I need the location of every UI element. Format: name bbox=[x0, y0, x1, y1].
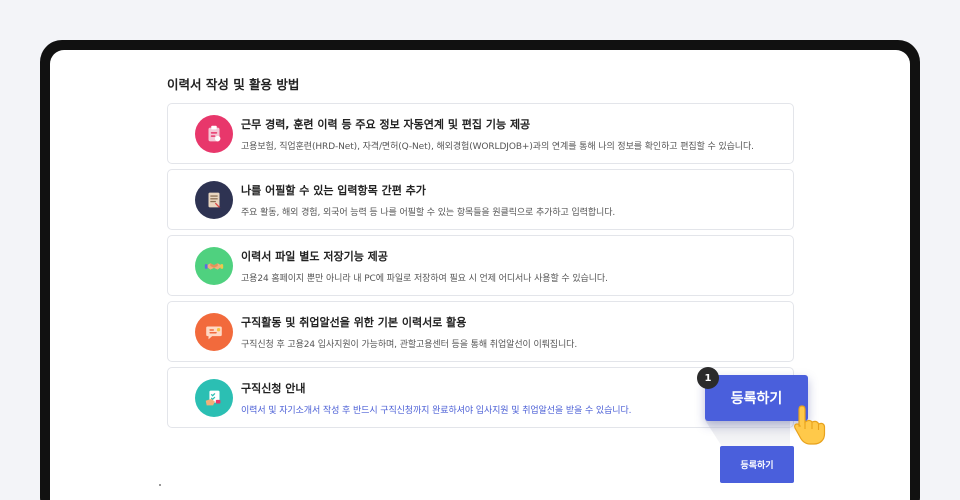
card-title: 이력서 파일 별도 저장기능 제공 bbox=[241, 250, 388, 263]
scroll-icon bbox=[195, 181, 233, 219]
screen: 이력서 작성 및 활용 방법 근무 경력, 훈련 이력 등 주요 정보 자동연계… bbox=[50, 50, 910, 500]
card-description: 고용24 홈페이지 뿐만 아니라 내 PC에 파일로 저장하여 필요 시 언제 … bbox=[241, 274, 608, 284]
checklist-hand-icon bbox=[195, 379, 233, 417]
document-clipboard-icon bbox=[195, 115, 233, 153]
card-description: 주요 활동, 해외 경험, 외국어 능력 등 나를 어필할 수 있는 항목들을 … bbox=[241, 208, 616, 218]
chat-bubble-icon bbox=[195, 313, 233, 351]
card-description: 구직신청 후 고용24 입사지원이 가능하며, 관할고용센터 등을 통해 취업알… bbox=[241, 340, 578, 350]
card-title: 구직신청 안내 bbox=[241, 382, 306, 395]
feature-card-job-placement: 구직활동 및 취업알선을 위한 기본 이력서로 활용 구직신청 후 고용24 입… bbox=[167, 301, 794, 362]
pointer-hand-icon bbox=[791, 404, 826, 445]
card-title: 나를 어필할 수 있는 입력항목 간편 추가 bbox=[241, 184, 426, 197]
card-description: 이력서 및 자기소개서 작성 후 반드시 구직신청까지 완료하셔야 입사지원 및… bbox=[241, 406, 632, 416]
card-description: 고용보험, 직업훈련(HRD-Net), 자격/면허(Q-Net), 해외경험(… bbox=[241, 142, 754, 152]
section-title: 이력서 작성 및 활용 방법 bbox=[167, 77, 300, 92]
feature-card-auto-link: 근무 경력, 훈련 이력 등 주요 정보 자동연계 및 편집 기능 제공 고용보… bbox=[167, 103, 794, 164]
feature-card-quick-add: 나를 어필할 수 있는 입력항목 간편 추가 주요 활동, 해외 경험, 외국어… bbox=[167, 169, 794, 230]
register-button[interactable]: 등록하기 bbox=[720, 446, 794, 483]
card-title: 구직활동 및 취업알선을 위한 기본 이력서로 활용 bbox=[241, 316, 467, 329]
card-title: 근무 경력, 훈련 이력 등 주요 정보 자동연계 및 편집 기능 제공 bbox=[241, 118, 531, 131]
handshake-icon bbox=[195, 247, 233, 285]
step-badge: 1 bbox=[697, 367, 719, 389]
divider-dot bbox=[159, 484, 161, 486]
feature-card-file-save: 이력서 파일 별도 저장기능 제공 고용24 홈페이지 뿐만 아니라 내 PC에… bbox=[167, 235, 794, 296]
